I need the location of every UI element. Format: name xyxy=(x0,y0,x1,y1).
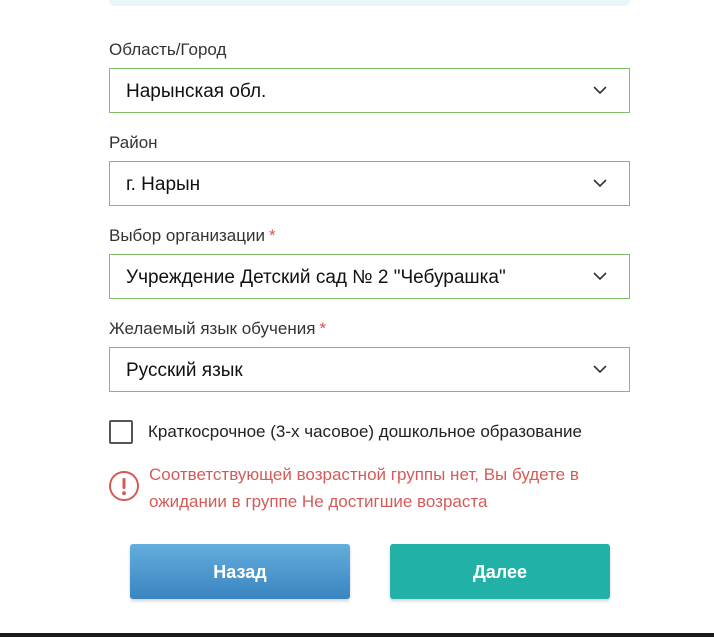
bottom-edge xyxy=(0,633,714,637)
district-label: Район xyxy=(109,133,158,153)
top-panel-edge xyxy=(109,0,630,6)
chevron-down-icon xyxy=(593,179,607,188)
warning-message: Соответствующей возрастной группы нет, В… xyxy=(149,465,579,511)
language-select-value: Русский язык xyxy=(126,360,243,381)
organization-select-value: Учреждение Детский сад № 2 "Чебурашка" xyxy=(126,267,506,288)
region-label-text: Область/Город xyxy=(109,40,227,59)
exclamation-circle-icon xyxy=(109,471,139,501)
organization-label: Выбор организации * xyxy=(109,226,276,246)
short-term-education-checkbox[interactable] xyxy=(109,420,133,444)
language-label: Желаемый язык обучения * xyxy=(109,319,326,339)
district-select-value: г. Нарын xyxy=(126,174,201,195)
short-term-education-label[interactable]: Краткосрочное (3-х часовое) дошкольное о… xyxy=(148,422,582,442)
chevron-down-icon xyxy=(593,272,607,281)
required-mark: * xyxy=(319,319,327,338)
required-mark: * xyxy=(268,226,276,245)
region-label: Область/Город xyxy=(109,40,226,60)
language-label-text: Желаемый язык обучения xyxy=(109,319,316,338)
region-select[interactable]: Нарынская обл. xyxy=(109,68,630,113)
district-label-text: Район xyxy=(109,133,158,152)
short-term-education-option: Краткосрочное (3-х часовое) дошкольное о… xyxy=(109,420,630,444)
language-select[interactable]: Русский язык xyxy=(109,347,630,392)
organization-select[interactable]: Учреждение Детский сад № 2 "Чебурашка" xyxy=(109,254,630,299)
district-select[interactable]: г. Нарын xyxy=(109,161,630,206)
region-select-value: Нарынская обл. xyxy=(126,81,267,102)
next-button[interactable]: Далее xyxy=(390,544,610,599)
organization-label-text: Выбор организации xyxy=(109,226,265,245)
chevron-down-icon xyxy=(593,365,607,374)
back-button[interactable]: Назад xyxy=(130,544,350,599)
chevron-down-icon xyxy=(593,86,607,95)
